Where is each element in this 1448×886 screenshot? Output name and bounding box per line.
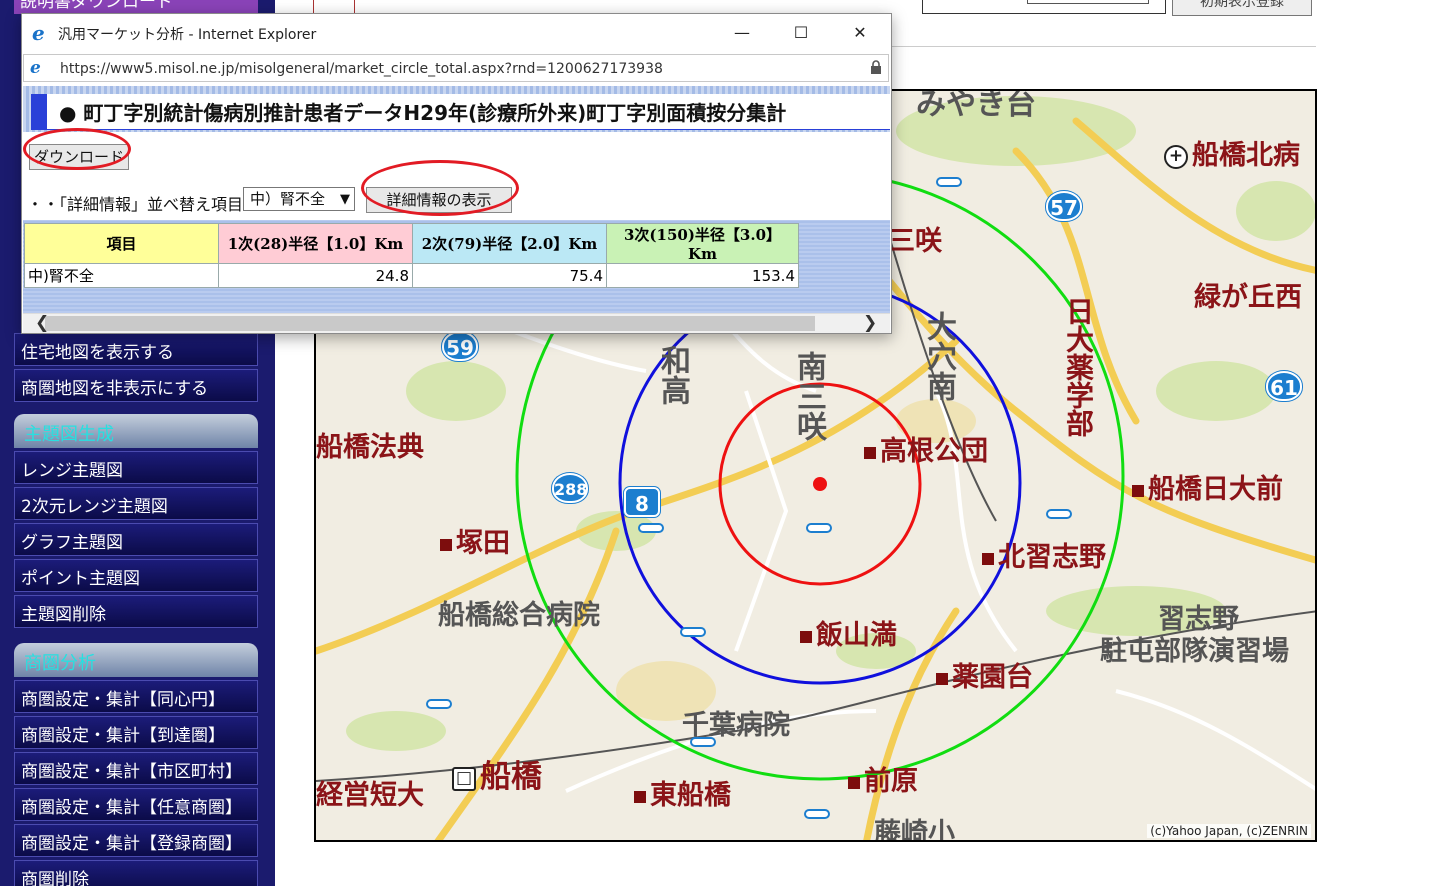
range-thematic-button[interactable]: レンジ主題図 [14, 451, 258, 484]
map-toggle-section: 住宅地図を表示する 商圏地図を非表示にする [14, 330, 258, 402]
maximize-icon[interactable]: ☐ [778, 20, 824, 46]
route-57-badge: 57 [1046, 191, 1082, 221]
map-label-tanki: 経営短大 [316, 780, 424, 811]
scroll-right-icon[interactable]: ❯ [863, 313, 877, 333]
chevron-down-icon: ▼ [340, 192, 350, 207]
bus-stop-icon [426, 699, 452, 709]
sort-label: ・・「詳細情報」並べ替え項目 [27, 195, 244, 214]
address-url: https://www5.misol.ne.jp/misolgeneral/ma… [60, 61, 663, 77]
annotation-circle-download [23, 128, 131, 170]
scrollbar-thumb[interactable] [45, 316, 815, 331]
lock-icon [871, 60, 881, 74]
top-form-input[interactable] [1027, 0, 1149, 4]
bus-stop-icon [1046, 509, 1072, 519]
map-label-takane: 高根公団 [864, 429, 988, 468]
trade-area-delete-button[interactable]: 商圏削除 [14, 860, 258, 886]
page-title: ● 町丁字別統計傷病別推計患者データH29年(診療所外来)町丁字別面積按分集計 [31, 94, 890, 130]
manual-download-link[interactable]: 説明書ダウンロード [14, 0, 258, 14]
map-copyright: (c)Yahoo Japan, (c)ZENRIN [1147, 824, 1311, 838]
map-label-hoten: 船橋法典 [316, 432, 424, 463]
map-label-nichidai: 日大薬学部 [1062, 297, 1095, 437]
bus-stop-icon [638, 523, 664, 533]
heading-band: ● 町丁字別統計傷病別推計患者データH29年(診療所外来)町丁字別面積按分集計 [23, 86, 890, 132]
map-label-minami-misaki: 南三咲 [791, 351, 826, 441]
results-table: 項目 1次(28)半径【1.0】Km 2次(79)半径【2.0】Km 3次(15… [24, 223, 799, 288]
horizontal-scrollbar[interactable]: ❮ ❯ [23, 313, 890, 333]
bus-stop-icon [806, 523, 832, 533]
route-61-badge: 61 [1266, 371, 1302, 401]
cell-primary: 24.8 [218, 263, 413, 288]
map-label-maebara: 前原 [848, 759, 918, 798]
map-label-midorigaoka: 緑が丘西 [1194, 282, 1302, 313]
map-label-yakuendai: 薬園台 [936, 655, 1033, 694]
trade-area-reach-button[interactable]: 商圏設定・集計【到達圏】 [14, 716, 258, 749]
hide-trade-area-map-button[interactable]: 商圏地図を非表示にする [14, 369, 258, 402]
graph-thematic-button[interactable]: グラフ主題図 [14, 523, 258, 556]
map-label-enshujo: 駐屯部隊演習場 [1100, 636, 1289, 667]
bus-stop-icon [680, 627, 706, 637]
sort-select[interactable]: 中）腎不全 ▼ [243, 187, 355, 211]
table-header-row: 項目 1次(28)半径【1.0】Km 2次(79)半径【2.0】Km 3次(15… [24, 223, 799, 264]
bus-stop-icon [936, 177, 962, 187]
map-label-miyakidai: みやき台 [916, 89, 1036, 122]
map-label-nichidai-mae: 船橋日大前 [1132, 467, 1283, 506]
cell-tertiary: 153.4 [606, 263, 799, 288]
column-header-tertiary: 3次(150)半径【3.0】Km [606, 223, 799, 264]
internet-explorer-icon: e [32, 21, 45, 45]
column-header-item: 項目 [24, 223, 219, 264]
thematic-map-section: 主題図生成 レンジ主題図 2次元レンジ主題図 グラフ主題図 ポイント主題図 主題… [14, 414, 258, 628]
map-label-oana: 大穴南 [921, 311, 956, 401]
sort-select-value: 中）腎不全 [250, 190, 326, 208]
initial-display-register-button[interactable]: 初期表示登録 [1172, 0, 1312, 16]
trade-area-custom-button[interactable]: 商圏設定・集計【任意商圏】 [14, 788, 258, 821]
ie-page-icon: e [30, 58, 41, 78]
delete-thematic-button[interactable]: 主題図削除 [14, 595, 258, 628]
scroll-left-icon[interactable]: ❮ [35, 313, 49, 333]
trade-area-circle-button[interactable]: 商圏設定・集計【同心円】 [14, 680, 258, 713]
map-label-funabashi-station: □ 船橋 [452, 751, 542, 796]
map-label-higashi-funabashi: 東船橋 [634, 773, 731, 812]
2d-range-thematic-button[interactable]: 2次元レンジ主題図 [14, 487, 258, 520]
map-label-fujisaki: 藤崎小 [874, 818, 955, 842]
trade-area-municipality-button[interactable]: 商圏設定・集計【市区町村】 [14, 752, 258, 785]
map-tool-icon[interactable] [313, 0, 355, 14]
section-heading-thematic: 主題図生成 [14, 414, 258, 448]
section-heading-trade-area: 商圏分析 [14, 643, 258, 677]
map-label-sogo-byoin: 船橋総合病院 [438, 600, 600, 631]
results-area: 項目 1次(28)半径【1.0】Km 2次(79)半径【2.0】Km 3次(15… [23, 220, 890, 313]
center-point [813, 477, 827, 491]
map-label-wada: 和高 [655, 345, 690, 405]
map-label-misaki: 三咲 [888, 226, 942, 257]
bus-stop-icon [690, 737, 716, 747]
cell-secondary: 75.4 [412, 263, 607, 288]
window-titlebar[interactable]: e 汎用マーケット分析 - Internet Explorer — ☐ ✕ [22, 14, 891, 52]
column-header-secondary: 2次(79)半径【2.0】Km [412, 223, 607, 264]
map-label-tsukada: 塚田 [440, 521, 510, 560]
point-thematic-button[interactable]: ポイント主題図 [14, 559, 258, 592]
route-288-badge: 288 [552, 473, 588, 503]
row-label: 中)腎不全 [24, 263, 219, 288]
screen: 説明書ダウンロード 住宅地図を表示する 商圏地図を非表示にする 主題図生成 レン… [0, 0, 1448, 886]
bus-stop-icon [804, 809, 830, 819]
show-residential-map-button[interactable]: 住宅地図を表示する [14, 333, 258, 366]
close-icon[interactable]: ✕ [837, 20, 883, 46]
route-8-badge: 8 [624, 487, 660, 517]
map-label-iiyama: 飯山満 [800, 613, 897, 652]
map-label-kita-narashino: 北習志野 [982, 535, 1106, 574]
table-row: 中)腎不全 24.8 75.4 153.4 [24, 263, 799, 288]
trade-area-section: 商圏分析 商圏設定・集計【同心円】 商圏設定・集計【到達圏】 商圏設定・集計【市… [14, 643, 258, 886]
minimize-icon[interactable]: — [719, 20, 765, 46]
window-title: 汎用マーケット分析 - Internet Explorer [58, 27, 317, 43]
map-label-funabashi-kita: + 船橋北病 [1164, 133, 1300, 172]
column-header-primary: 1次(28)半径【1.0】Km [218, 223, 413, 264]
trade-area-registered-button[interactable]: 商圏設定・集計【登録商圏】 [14, 824, 258, 857]
address-bar[interactable]: e https://www5.misol.ne.jp/misolgeneral/… [23, 54, 889, 82]
route-59-badge: 59 [442, 331, 478, 361]
annotation-circle-details [361, 160, 519, 216]
